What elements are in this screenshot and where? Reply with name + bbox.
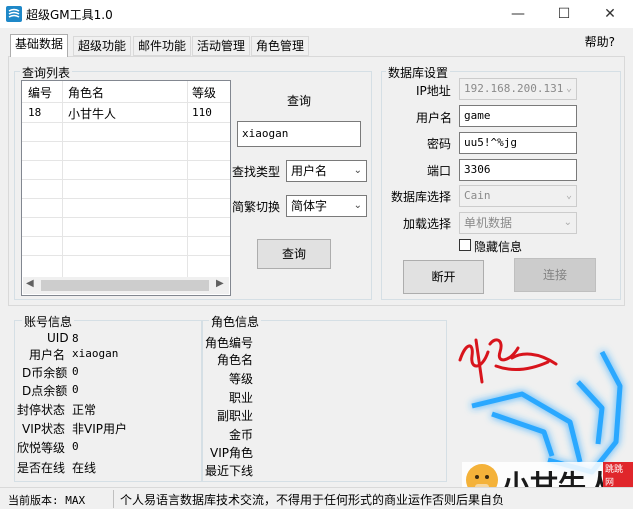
load-label: 加载选择	[403, 217, 452, 231]
password-label: 密码	[427, 137, 452, 151]
chevron-down-icon: ⌄	[353, 165, 362, 176]
window-title: 超级GM工具1.0	[26, 8, 113, 22]
scrollbar-thumb[interactable]	[41, 280, 209, 291]
joy-level-label: 欣悦等级	[17, 441, 66, 455]
hide-info-checkbox[interactable]	[459, 239, 471, 251]
chevron-down-icon: ⌄	[565, 83, 572, 94]
status-bar: 当前版本: MAX 个人易语言数据库技术交流，不得用于任何形式的商业运作否则后果…	[0, 487, 633, 509]
column-header-id[interactable]: 编号	[28, 84, 52, 101]
port-label: 端口	[427, 164, 452, 178]
ban-status-label: 封停状态	[17, 403, 66, 417]
query-button[interactable]: 查询	[257, 239, 331, 269]
online-value: 在线	[72, 461, 97, 475]
password-field[interactable]: uu5!^%jg	[459, 132, 577, 154]
db-settings-label: 数据库设置	[386, 64, 451, 81]
tab-mail[interactable]: 邮件功能	[133, 36, 192, 56]
results-table[interactable]: 编号 角色名 等级 18 小甘牛人 110 ◀ ▶	[21, 80, 231, 296]
close-button[interactable]: ✕	[587, 0, 633, 28]
convert-label: 简繁切换	[232, 200, 281, 214]
search-type-value: 用户名	[291, 164, 328, 178]
column-header-name[interactable]: 角色名	[68, 84, 104, 101]
db-select-value: Cain	[464, 189, 491, 202]
load-value: 单机数据	[464, 216, 513, 230]
online-label: 是否在线	[17, 461, 66, 475]
role-last-offline-label: 最近下线	[205, 464, 254, 478]
maximize-button[interactable]: ☐	[541, 0, 587, 28]
account-info-label: 账号信息	[22, 313, 75, 330]
version-label: 当前版本: MAX	[8, 494, 86, 507]
ip-label: IP地址	[416, 84, 451, 98]
ban-status-value: 正常	[72, 403, 97, 417]
dpoint-label: D点余额	[22, 384, 68, 398]
dcoin-label: D币余额	[22, 366, 68, 380]
convert-value: 简体字	[291, 199, 328, 213]
disconnect-button[interactable]: 断开	[403, 260, 484, 294]
signature-icon	[458, 338, 558, 384]
hide-info-label: 隐藏信息	[474, 240, 523, 254]
query-input[interactable]: xiaogan	[237, 121, 361, 147]
tab-role-management[interactable]: 角色管理	[251, 36, 310, 56]
vip-status-label: VIP状态	[22, 422, 65, 436]
connect-button[interactable]: 连接	[514, 258, 596, 292]
glowing-emblem-icon	[471, 350, 623, 475]
row-name: 小甘牛人	[68, 107, 117, 121]
status-message: 个人易语言数据库技术交流，不得用于任何形式的商业运作否则后果自负	[120, 493, 505, 507]
title-bar: 超级GM工具1.0 — ☐ ✕	[0, 0, 633, 28]
db-select[interactable]: Cain ⌄	[459, 185, 577, 207]
chevron-down-icon: ⌄	[563, 217, 572, 228]
username-label: 用户名	[29, 348, 66, 362]
row-id: 18	[28, 106, 42, 119]
minimize-button[interactable]: —	[495, 0, 541, 28]
role-vip-label: VIP角色	[210, 446, 253, 460]
role-job-label: 职业	[228, 391, 253, 405]
horizontal-scrollbar[interactable]: ◀ ▶	[23, 277, 229, 294]
dpoint-value: 0	[72, 383, 79, 396]
role-subjob-label: 副职业	[216, 409, 253, 423]
joy-level-value: 0	[72, 440, 79, 453]
tab-basic-data[interactable]: 基础数据	[10, 34, 69, 57]
help-menu[interactable]: 帮助?	[585, 33, 615, 50]
watermark-tag: 跳跳网	[603, 462, 633, 488]
role-info-label: 角色信息	[209, 313, 262, 330]
convert-select[interactable]: 简体字 ⌄	[286, 195, 367, 217]
username-value: xiaogan	[72, 347, 119, 360]
tab-super-features[interactable]: 超级功能	[73, 36, 132, 56]
role-level-label: 等级	[228, 372, 253, 386]
load-select[interactable]: 单机数据 ⌄	[459, 212, 577, 234]
ip-value: 192.168.200.131	[464, 82, 564, 95]
role-name-label: 角色名	[216, 353, 253, 367]
user-field[interactable]: game	[459, 105, 577, 127]
dcoin-value: 0	[72, 365, 79, 378]
chevron-down-icon: ⌄	[353, 200, 362, 211]
chevron-down-icon: ⌄	[565, 190, 572, 201]
app-logo-icon	[6, 6, 22, 22]
role-gold-label: 金币	[228, 428, 253, 442]
role-id-label: 角色编号	[205, 336, 254, 350]
tab-activity[interactable]: 活动管理	[192, 36, 251, 56]
scroll-right-icon[interactable]: ▶	[216, 278, 224, 289]
query-list-label: 查询列表	[20, 64, 73, 81]
table-header: 编号 角色名 等级	[22, 81, 230, 103]
search-type-select[interactable]: 用户名 ⌄	[286, 160, 367, 182]
query-title: 查询	[287, 94, 312, 108]
table-row[interactable]: 18 小甘牛人 110	[22, 104, 230, 122]
uid-value: 8	[72, 332, 79, 345]
vip-status-value: 非VIP用户	[72, 422, 127, 436]
uid-label: UID	[47, 331, 69, 345]
scroll-left-icon[interactable]: ◀	[26, 278, 34, 289]
search-type-label: 查找类型	[232, 165, 281, 179]
ip-select[interactable]: 192.168.200.131 ⌄	[459, 78, 577, 100]
user-label: 用户名	[416, 111, 453, 125]
db-select-label: 数据库选择	[391, 190, 452, 204]
port-field[interactable]: 3306	[459, 159, 577, 181]
column-header-level[interactable]: 等级	[192, 84, 216, 101]
row-level: 110	[192, 106, 212, 119]
